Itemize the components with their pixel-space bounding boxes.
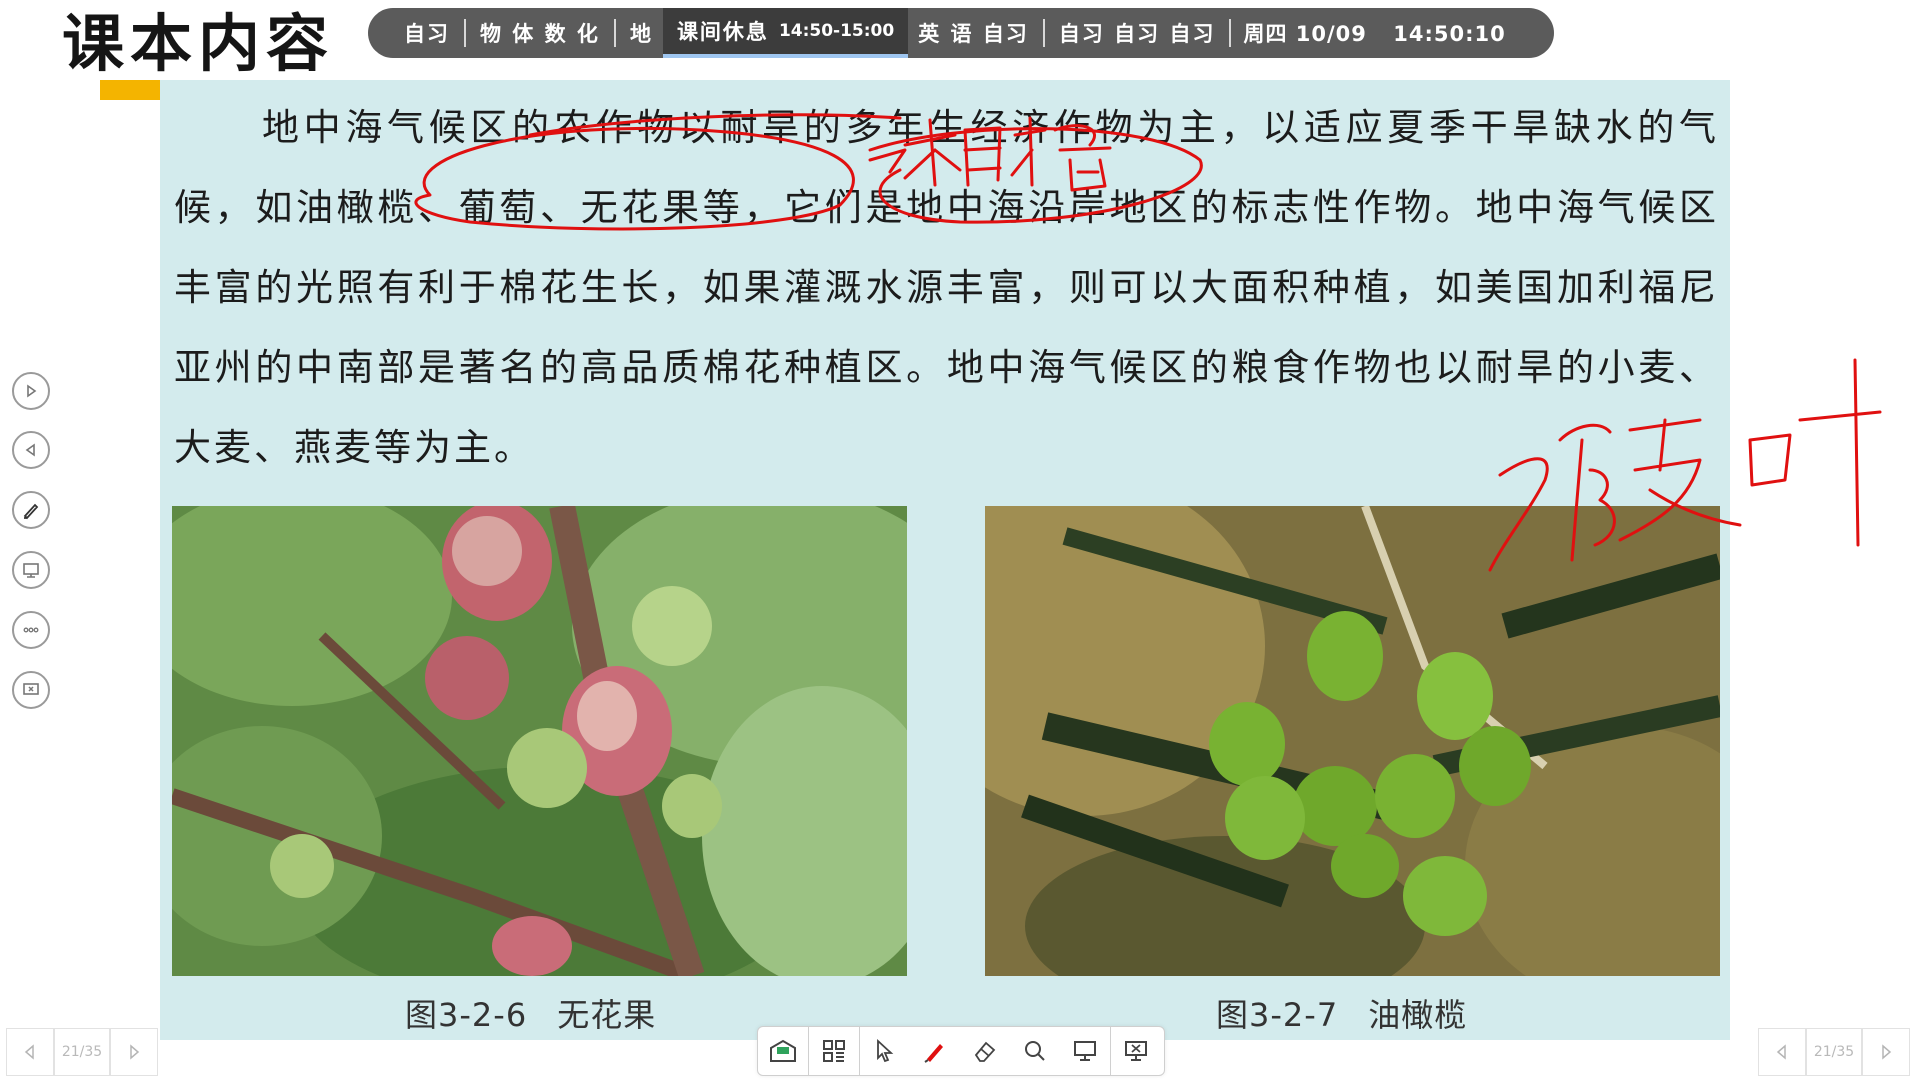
schedule-datetime: 周四 10/09 14:50:10	[1243, 18, 1505, 48]
exit-screen-button[interactable]	[12, 671, 50, 709]
apps-button[interactable]	[809, 1027, 859, 1075]
whiteboard-button[interactable]	[758, 1027, 808, 1075]
screen-icon	[1074, 1041, 1096, 1061]
textbook-page: 地中海气候区的农作物以耐旱的多年生经济作物为主，以适应夏季干旱缺水的气候，如油橄…	[160, 80, 1730, 1040]
page-navigator-left: 21/35	[6, 1028, 158, 1076]
schedule-current-period: 课间休息 14:50-15:00	[662, 8, 909, 58]
schedule-item: 自习	[404, 22, 450, 46]
exit-icon	[23, 683, 39, 695]
page-indicator: 21/35	[54, 1028, 110, 1076]
zoom-button[interactable]	[1010, 1027, 1060, 1075]
apps-icon	[823, 1040, 845, 1062]
eraser-button[interactable]	[960, 1027, 1010, 1075]
schedule-bar: 自习 物 体 数 化 地 课间休息 14:50-15:00 英 语 自习 自习 …	[368, 8, 1554, 58]
prev-page-button[interactable]	[6, 1028, 54, 1076]
zoom-icon	[1025, 1041, 1045, 1061]
schedule-date: 周四 10/09	[1243, 22, 1367, 46]
figure-caption: 图3-2-7 油橄榄	[1216, 990, 1467, 1036]
close-screen-icon	[1125, 1041, 1147, 1061]
chevron-left-icon	[1776, 1044, 1786, 1060]
page-indicator: 21/35	[1806, 1028, 1862, 1076]
figure-title: 油橄榄	[1368, 996, 1468, 1034]
play-button[interactable]	[12, 372, 50, 410]
screen-button[interactable]	[1060, 1027, 1110, 1075]
schedule-item: 自习 自习 自习	[1058, 22, 1216, 46]
pen-icon	[23, 503, 39, 520]
figure-number: 图3-2-7	[1216, 996, 1339, 1034]
body-paragraph: 地中海气候区的农作物以耐旱的多年生经济作物为主，以适应夏季干旱缺水的气候，如油橄…	[174, 106, 1719, 469]
next-page-button[interactable]	[1862, 1028, 1910, 1076]
pen-tool-button[interactable]	[12, 491, 50, 529]
back-icon	[25, 443, 35, 457]
olive-branch-image	[985, 506, 1720, 976]
schedule-divider	[1229, 19, 1232, 47]
ink-char	[1748, 433, 1792, 487]
prev-page-button[interactable]	[1758, 1028, 1806, 1076]
schedule-divider	[464, 19, 466, 47]
whiteboard-icon	[770, 1039, 796, 1062]
eraser-icon	[974, 1041, 996, 1062]
play-icon	[27, 384, 37, 398]
figure-number: 图3-2-6	[405, 996, 528, 1034]
schedule-clock: 14:50:10	[1393, 22, 1506, 46]
pen-button[interactable]	[910, 1027, 960, 1075]
back-button[interactable]	[12, 431, 50, 469]
page-navigator-right: 21/35	[1758, 1028, 1910, 1076]
schedule-divider	[1042, 19, 1045, 47]
screen-icon	[23, 563, 39, 578]
page-title: 课本内容	[62, 7, 335, 80]
chevron-right-icon	[130, 1044, 140, 1060]
close-screen-button[interactable]	[1111, 1027, 1161, 1075]
olive-photo	[985, 506, 1720, 976]
schedule-item: 地	[629, 22, 653, 46]
current-period-time: 14:50-15:00	[778, 21, 895, 41]
ink-char	[1798, 358, 1882, 547]
schedule-item: 物 体 数 化	[480, 22, 600, 46]
pointer-button[interactable]	[860, 1027, 910, 1075]
fig-photo	[172, 506, 907, 976]
pointer-icon	[877, 1038, 894, 1063]
next-page-button[interactable]	[110, 1028, 158, 1076]
bottom-toolbar	[757, 1026, 1165, 1076]
fig-tree-image	[172, 506, 907, 976]
current-period-label: 课间休息	[676, 20, 769, 44]
pen-icon	[924, 1044, 943, 1063]
figure-title: 无花果	[557, 996, 657, 1034]
schedule-item: 英 语 自习	[918, 22, 1029, 46]
schedule-divider	[613, 19, 616, 47]
screen-button[interactable]	[12, 551, 50, 589]
more-button[interactable]	[12, 611, 50, 649]
figure-caption: 图3-2-6 无花果	[405, 990, 656, 1036]
chevron-right-icon	[1882, 1044, 1892, 1060]
chevron-left-icon	[24, 1044, 34, 1060]
more-icon	[23, 627, 39, 633]
